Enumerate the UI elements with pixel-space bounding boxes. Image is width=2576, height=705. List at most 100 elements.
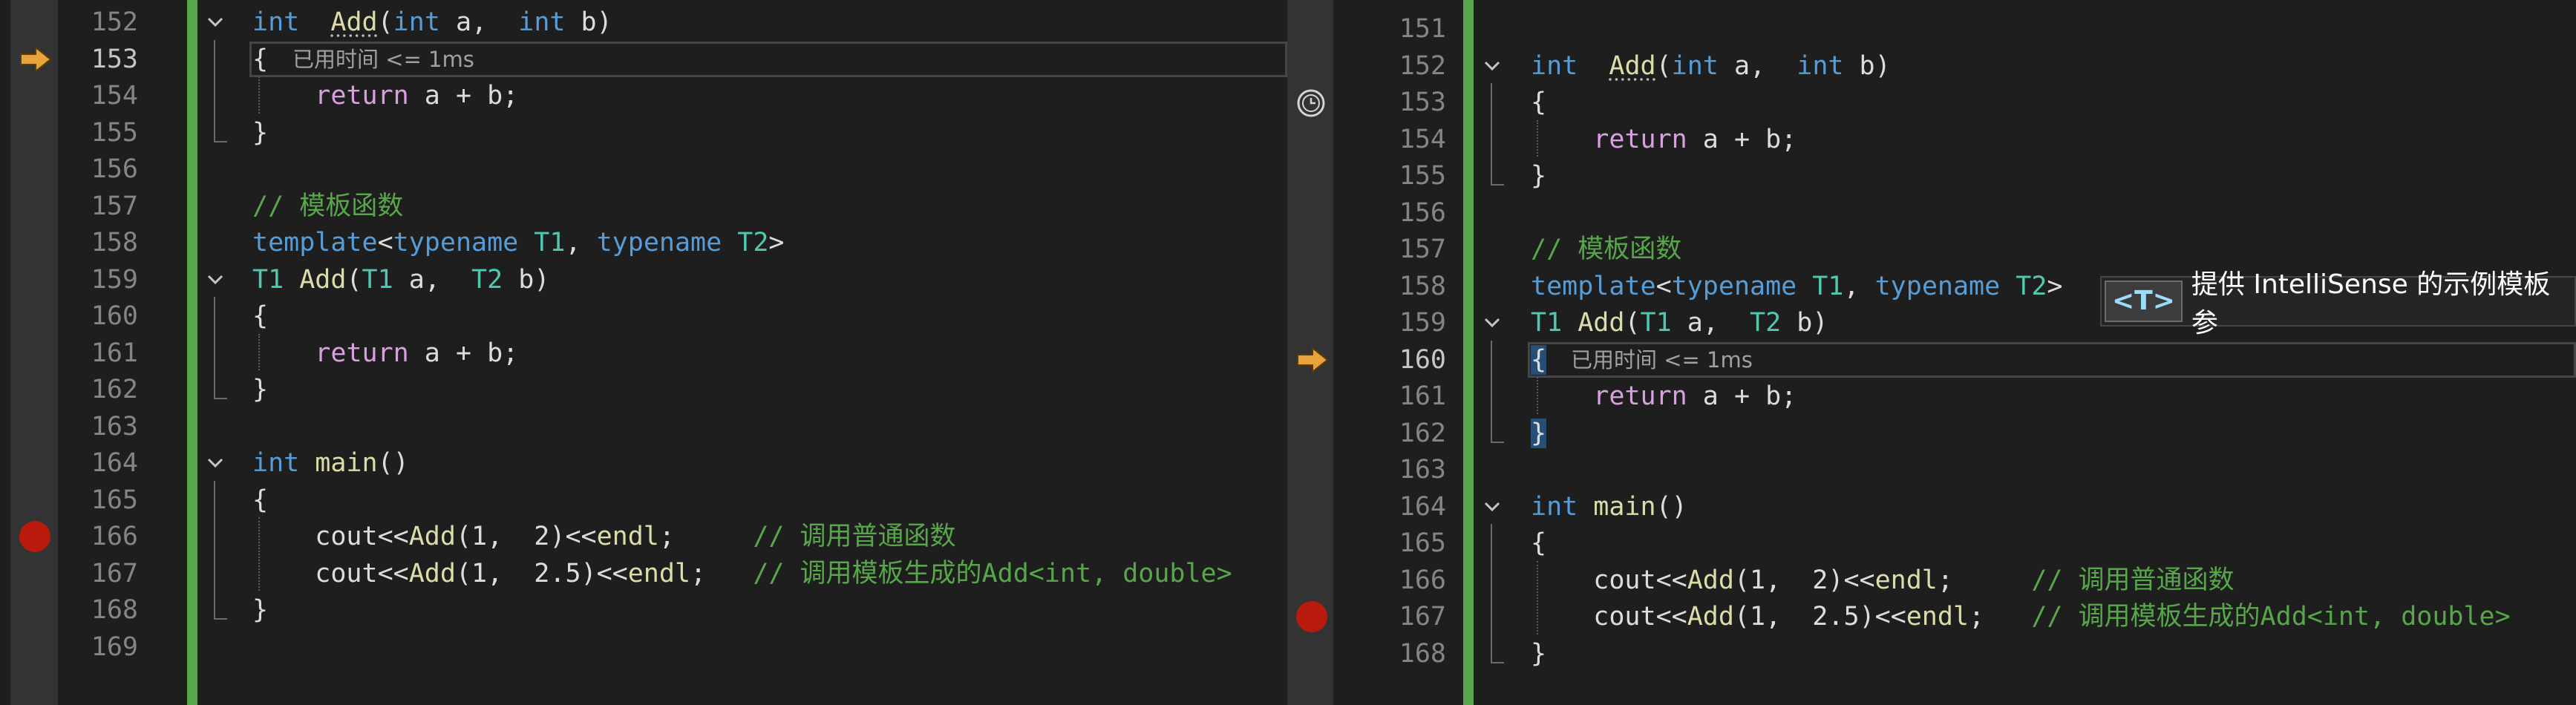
line-number: 165 [91,485,138,515]
code-line[interactable]: 155} [0,114,1287,152]
code-token: // 调用普通函数 [753,522,956,551]
code-line[interactable]: 165 { [1287,524,2576,563]
line-number: 163 [1399,455,1446,485]
code-line[interactable]: 161 return a + b; [0,334,1287,373]
code-line[interactable]: 152 int Add(int a, int b) [0,3,1287,42]
code-token: () [377,448,409,478]
code-token: T2 [722,228,769,258]
code-line[interactable]: 163 [1287,450,2576,489]
code-line[interactable]: 158 template<typename T1, typename T2> [0,223,1287,262]
line-number: 155 [1399,161,1446,191]
code-line[interactable]: 167 cout<<Add(1, 2.5)<<endl; // 调用模板生成的A… [1287,597,2576,636]
code-line[interactable]: 161 return a + b; [1287,377,2576,416]
fold-region-line [1491,83,1492,185]
line-number: 157 [1399,235,1446,264]
chevron-down-icon[interactable] [1482,56,1503,76]
code-token: typename [393,228,519,258]
fold-region-end [1491,184,1504,186]
code-line[interactable]: 165 { [0,481,1287,519]
code-line[interactable]: 162} [0,370,1287,409]
code-token: T2 [2000,271,2047,301]
line-number: 161 [91,338,138,368]
code-token: int [518,7,566,37]
code-token: } [252,117,269,148]
code-token: a, [439,7,519,37]
code-text: } [252,591,268,629]
code-line[interactable]: 168} [1287,634,2576,673]
chevron-down-icon[interactable] [1482,312,1503,333]
line-number: 160 [91,301,138,331]
code-text: // 模板函数 [252,187,403,226]
code-token: a, [1718,50,1797,81]
code-token: Add [284,264,347,295]
code-line[interactable]: 156 [0,150,1287,188]
code-line[interactable]: 154 return a + b; [1287,120,2576,159]
code-line[interactable]: 155} [1287,157,2576,195]
code-line[interactable]: 157 // 模板函数 [0,187,1287,226]
fold-region-end [1491,661,1504,663]
fold-region-end [1491,441,1504,443]
line-number: 154 [1399,124,1446,154]
code-token: ; [690,558,753,588]
code-token: < [1655,271,1672,301]
code-line[interactable]: 153 { [1287,83,2576,122]
chevron-down-icon[interactable] [205,12,226,33]
code-token: T2 [1750,308,1782,338]
code-line[interactable]: 166 cout<<Add(1, 2)<<endl; // 调用普通函数 [0,517,1287,556]
code-token: (1, 2)<< [1733,565,1875,595]
code-text: cout<<Add(1, 2)<<endl; // 调用普通函数 [1531,561,2234,600]
line-number: 158 [1399,271,1446,301]
code-token: return [315,338,409,368]
code-line[interactable]: 160{已用时间 <= 1ms [1287,341,2576,379]
code-line[interactable]: 160 { [0,297,1287,335]
chevron-down-icon[interactable] [205,269,226,290]
arrow-right-icon[interactable] [1296,346,1329,376]
arrow-right-icon[interactable] [19,45,52,76]
code-line[interactable]: 169 [0,628,1287,666]
elapsed-time-hint: 已用时间 <= 1ms [292,46,474,72]
line-number: 167 [91,558,138,588]
chevron-down-icon[interactable] [205,453,226,473]
clock-icon[interactable] [1295,88,1327,122]
code-token: b) [1843,50,1891,81]
code-token: T1 [1797,271,1844,301]
breakpoint-icon[interactable] [19,521,50,552]
code-token: // 模板函数 [252,191,404,221]
chevron-down-icon[interactable] [1482,496,1503,517]
code-line[interactable]: 153{已用时间 <= 1ms [0,40,1287,79]
line-number: 159 [1399,308,1446,338]
indent-guide [258,517,260,591]
code-line[interactable]: 163 [0,407,1287,446]
code-line[interactable]: 167 cout<<Add(1, 2.5)<<endl; // 调用模板生成的A… [0,554,1287,593]
fold-region-end [214,140,227,142]
code-line[interactable]: 164 int main() [0,444,1287,482]
tooltip-text: 提供 IntelliSense 的示例模板参 [2191,269,2551,338]
code-line[interactable]: 151 [1287,10,2576,48]
line-number: 155 [91,117,138,148]
code-line[interactable]: 168} [0,591,1287,629]
indent-guide [258,333,260,370]
code-token: Add [1609,50,1656,81]
code-line[interactable]: 154 return a + b; [0,76,1287,115]
code-token: cout<< [1531,602,1687,632]
line-number: 168 [91,595,138,625]
breakpoint-icon[interactable] [1296,601,1327,632]
code-line[interactable]: 162} [1287,414,2576,453]
code-line[interactable]: 152 int Add(int a, int b) [1287,47,2576,85]
line-number: 164 [91,448,138,478]
code-line[interactable]: 159 T1 Add(T1 a, T2 b) [0,260,1287,299]
code-token: b) [565,7,612,37]
code-line[interactable]: 166 cout<<Add(1, 2)<<endl; // 调用普通函数 [1287,561,2576,600]
intellisense-template-tooltip[interactable]: <T> 提供 IntelliSense 的示例模板参 [2100,269,2576,338]
code-token: main [1578,491,1656,522]
code-line[interactable]: 164 int main() [1287,488,2576,526]
code-token: T1 [1531,308,1563,338]
code-text: template<typename T1, typename T2> [252,223,784,262]
line-number: 169 [91,632,138,662]
template-arg-badge[interactable]: <T> [2105,281,2183,322]
code-line[interactable]: 156 [1287,194,2576,232]
indent-guide [1537,377,1538,414]
code-token: (1, 2)<< [455,522,597,551]
